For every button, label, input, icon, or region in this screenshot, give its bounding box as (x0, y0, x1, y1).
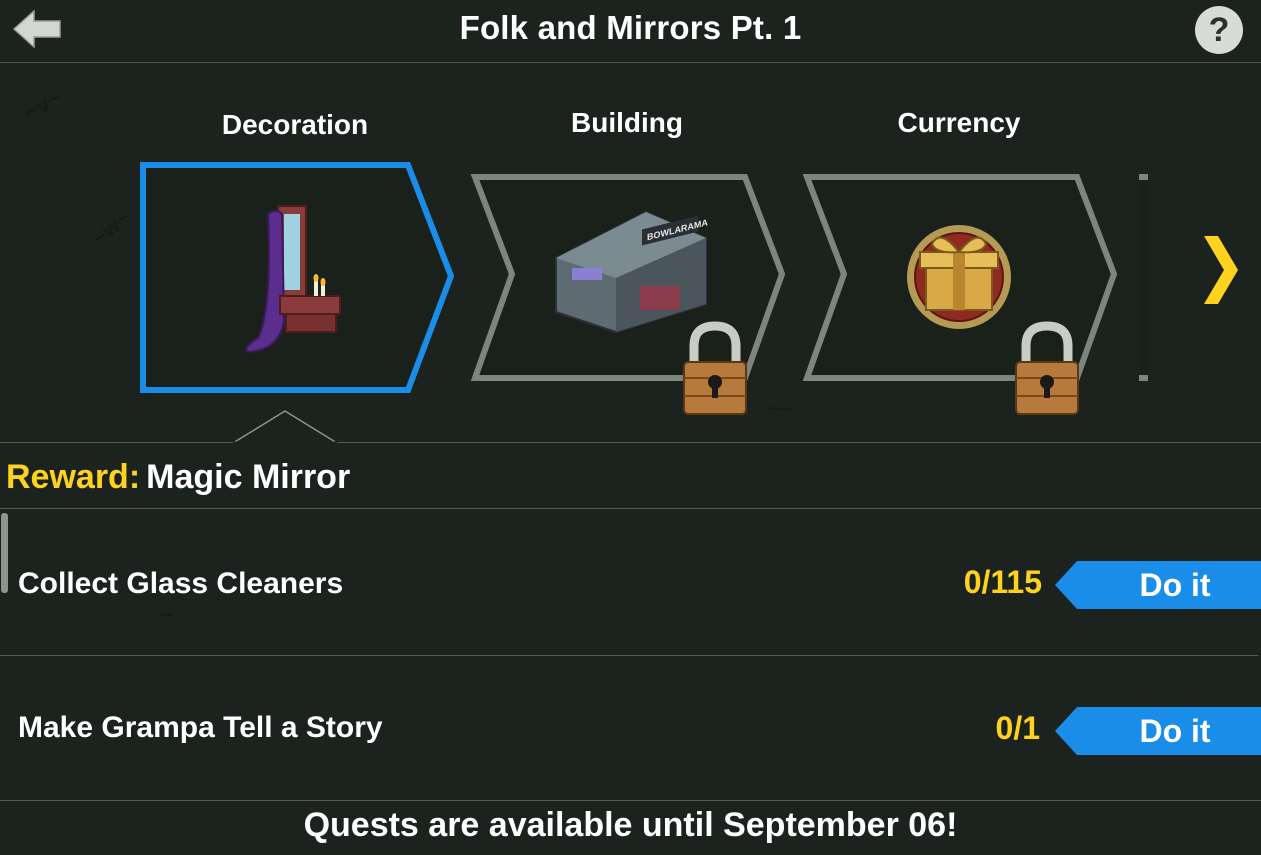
page-title: Folk and Mirrors Pt. 1 (459, 9, 802, 46)
footer-divider (0, 800, 1261, 801)
task-progress: 0/1 (995, 710, 1040, 746)
tab-label-decoration: Decoration (221, 109, 369, 140)
background-scribble: ~v~ (20, 84, 66, 125)
do-it-label: Do it (1139, 713, 1211, 749)
top-bar: Folk and Mirrors Pt. 1 ? (0, 0, 1261, 63)
do-it-button[interactable]: Do it (1055, 707, 1261, 755)
magic-mirror-icon (245, 205, 341, 354)
help-button[interactable]: ? (1195, 6, 1243, 54)
tab-label-currency: Currency (897, 107, 1021, 138)
reward-row: Reward: Magic Mirror (6, 458, 350, 497)
tab-next-partial[interactable] (1134, 172, 1148, 384)
task-title: Collect Glass Cleaners (18, 567, 344, 600)
tab-currency[interactable] (802, 172, 1122, 415)
task-title: Make Grampa Tell a Story (18, 711, 383, 744)
do-it-label: Do it (1139, 567, 1211, 603)
tab-decoration[interactable] (138, 160, 458, 396)
gift-coin-icon (907, 225, 1011, 329)
padlock-icon (1015, 321, 1079, 415)
selected-tab-pointer (233, 410, 337, 444)
next-tabs-button[interactable] (1198, 230, 1242, 310)
reward-divider (0, 508, 1261, 509)
task-divider (0, 655, 1258, 656)
background-scribble: ~ (160, 602, 173, 627)
tabs-divider (0, 442, 1261, 443)
tab-building[interactable]: BOWLARAMA (470, 172, 790, 415)
background-scribble: ~~ (768, 396, 794, 421)
task-progress: 0/115 (963, 564, 1042, 600)
chevron-right-icon (1204, 236, 1238, 304)
availability-notice: Quests are available until September 06! (303, 806, 958, 844)
background-scribble: ~w~ (86, 204, 136, 251)
do-it-button[interactable]: Do it (1055, 561, 1261, 609)
tab-label-building: Building (571, 107, 683, 138)
bowlarama-building-icon: BOWLARAMA (555, 210, 708, 334)
padlock-icon (683, 321, 747, 415)
task-list-scrollbar[interactable] (1, 513, 8, 593)
reward-value: Magic Mirror (146, 458, 351, 496)
reward-label: Reward: (6, 458, 141, 496)
